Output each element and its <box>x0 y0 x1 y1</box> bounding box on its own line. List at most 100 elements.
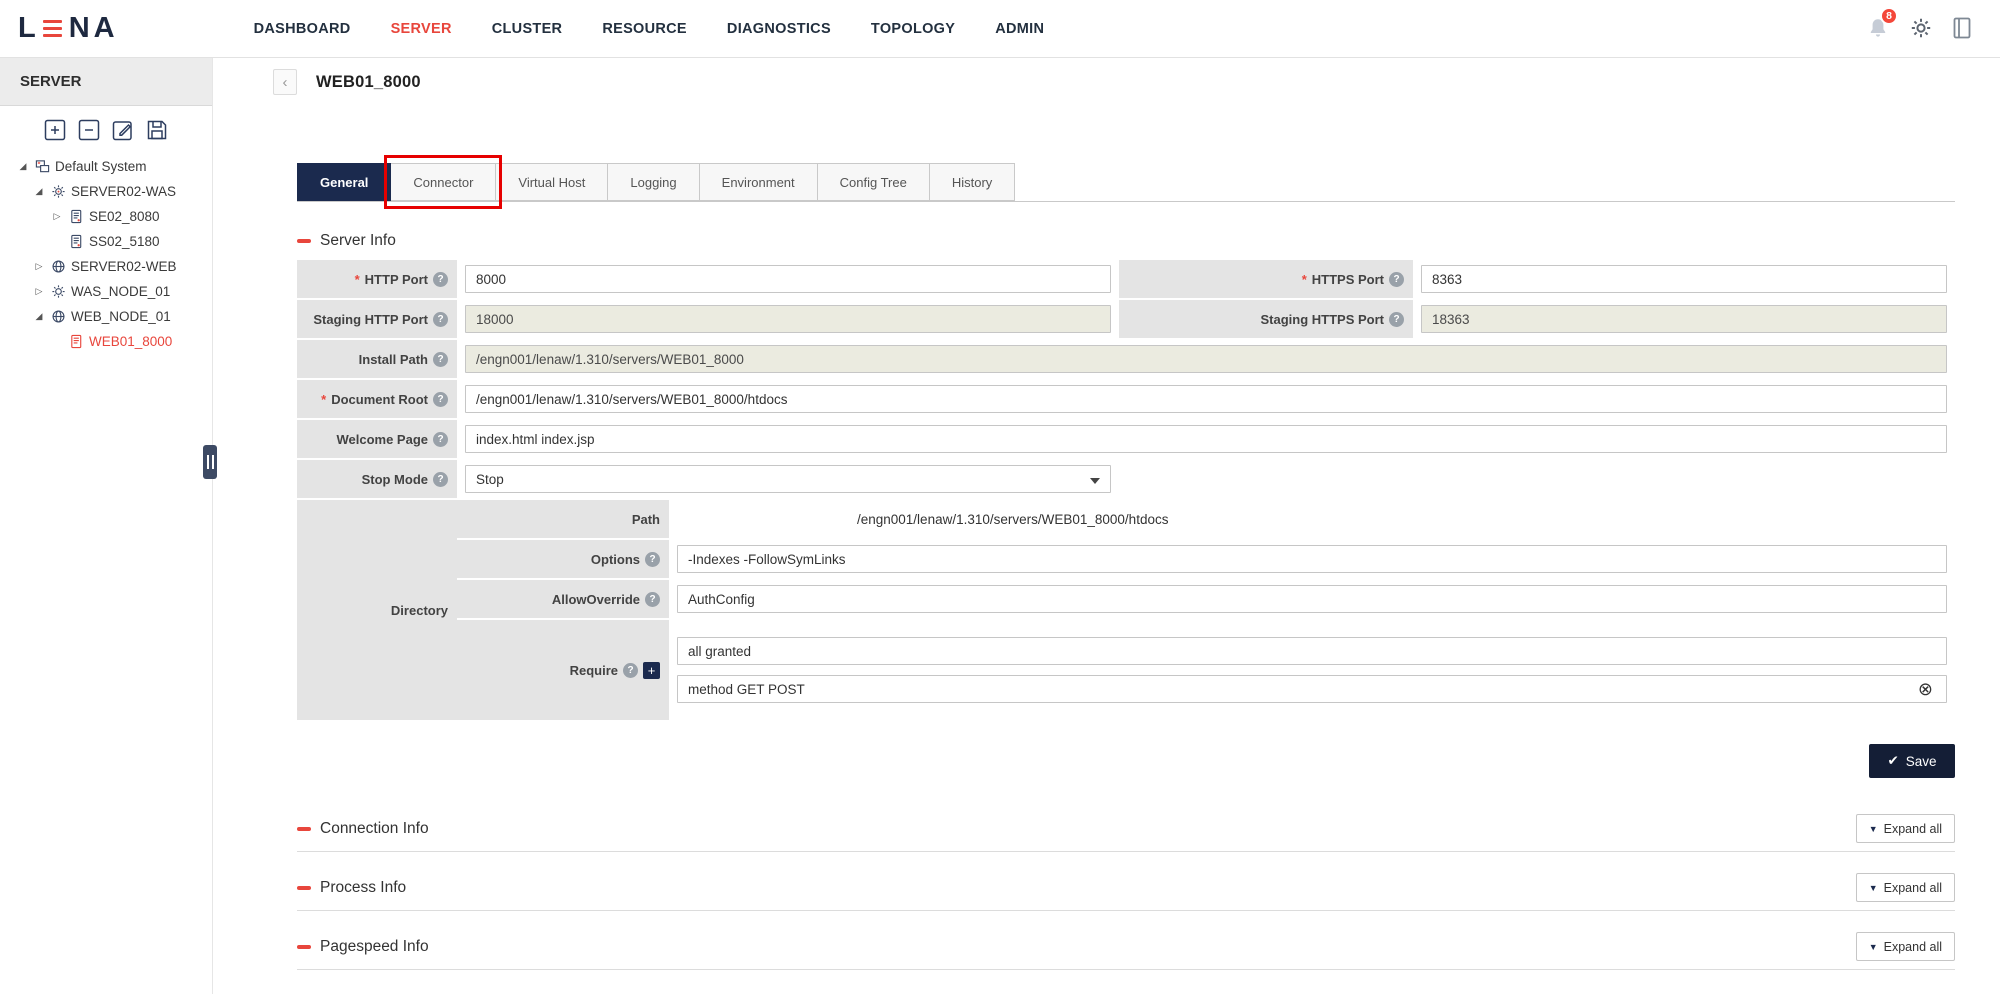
label-text: HTTPS Port <box>1312 272 1384 287</box>
tree-expanded-arrow-icon[interactable]: ◢ <box>16 161 30 172</box>
tree-collapsed-arrow-icon[interactable]: ▷ <box>32 261 46 272</box>
tree-node-server02-web[interactable]: ▷ SERVER02-WEB <box>16 254 212 279</box>
require-field: ⊗ <box>669 620 1955 720</box>
tree-add-button[interactable] <box>43 118 67 145</box>
tree-node-web-node-01[interactable]: ◢ WEB_NODE_01 <box>16 304 212 329</box>
document-root-input[interactable] <box>465 385 1947 413</box>
require-input-1[interactable] <box>677 637 1947 665</box>
help-icon[interactable]: ? <box>1389 312 1404 327</box>
remove-require-icon[interactable]: ⊗ <box>1918 680 1933 698</box>
tree-edit-button[interactable] <box>111 118 135 145</box>
staging-https-port-label: Staging HTTPS Port ? <box>1119 300 1413 338</box>
nav-resource[interactable]: RESOURCE <box>602 21 687 37</box>
nav-topology[interactable]: TOPOLOGY <box>871 21 955 37</box>
options-input[interactable] <box>677 545 1947 573</box>
notifications-button[interactable]: 8 <box>1866 16 1890 43</box>
required-asterisk: * <box>1302 272 1307 287</box>
expand-all-label: Expand all <box>1884 822 1942 836</box>
path-value: /engn001/lenaw/1.310/servers/WEB01_8000/… <box>669 500 1955 538</box>
tree-node-was-node-01[interactable]: ▷ WAS_NODE_01 <box>16 279 212 304</box>
tree-collapsed-arrow-icon[interactable]: ▷ <box>32 286 46 297</box>
edit-pencil-icon <box>111 118 135 145</box>
settings-button[interactable] <box>1910 17 1932 42</box>
minus-square-icon <box>77 118 101 145</box>
nav-admin[interactable]: ADMIN <box>995 21 1044 37</box>
label-text: Welcome Page <box>336 432 428 447</box>
https-port-input[interactable] <box>1421 265 1947 293</box>
sidebar-resize-handle[interactable] <box>203 445 217 479</box>
tree-expanded-arrow-icon[interactable]: ◢ <box>32 311 46 322</box>
stop-mode-select[interactable]: Stop <box>465 465 1111 493</box>
add-require-button[interactable]: + <box>643 662 660 679</box>
selected-option: Stop <box>476 472 504 487</box>
tree-node-web01-8000[interactable]: WEB01_8000 <box>16 329 212 354</box>
pagespeed-info-expand-all-button[interactable]: ▼ Expand all <box>1856 932 1955 961</box>
path-label: Path <box>457 500 669 538</box>
save-row: ✔ Save <box>297 744 1955 778</box>
top-bar: L N A DASHBOARD SERVER CLUSTER RESOURCE … <box>0 0 2000 58</box>
tab-connector[interactable]: Connector <box>390 163 496 201</box>
help-icon[interactable]: ? <box>433 392 448 407</box>
nav-diagnostics[interactable]: DIAGNOSTICS <box>727 21 831 37</box>
nav-cluster[interactable]: CLUSTER <box>492 21 563 37</box>
plus-square-icon <box>43 118 67 145</box>
tab-environment[interactable]: Environment <box>699 163 818 201</box>
help-icon[interactable]: ? <box>623 663 638 678</box>
help-icon[interactable]: ? <box>433 272 448 287</box>
save-button[interactable]: ✔ Save <box>1869 744 1955 778</box>
page-title: WEB01_8000 <box>316 73 421 92</box>
tab-bar: General Connector Virtual Host Logging E… <box>297 163 1955 202</box>
logo-letter-n: N <box>69 12 94 45</box>
process-info-expand-all-button[interactable]: ▼ Expand all <box>1856 873 1955 902</box>
allowoverride-input[interactable] <box>677 585 1947 613</box>
section-dash-icon <box>297 945 311 949</box>
section-dash-icon <box>297 827 311 831</box>
help-icon[interactable]: ? <box>433 312 448 327</box>
gear-icon <box>1910 17 1932 42</box>
tab-logging[interactable]: Logging <box>607 163 699 201</box>
require-label: Require ? + <box>457 620 669 720</box>
help-icon[interactable]: ? <box>645 592 660 607</box>
lena-logo[interactable]: L N A <box>18 12 119 45</box>
require-input-2[interactable] <box>677 675 1947 703</box>
help-icon[interactable]: ? <box>1389 272 1404 287</box>
collapse-sidebar-button[interactable]: ‹ <box>273 69 297 95</box>
tree-remove-button[interactable] <box>77 118 101 145</box>
stop-mode-field: Stop <box>457 460 1119 498</box>
help-icon[interactable]: ? <box>645 552 660 567</box>
tree-node-se02-8080[interactable]: ▷ SE02_8080 <box>16 204 212 229</box>
tree-collapsed-arrow-icon[interactable]: ▷ <box>50 211 64 222</box>
section-title: Pagespeed Info <box>320 938 429 956</box>
label-text: Require <box>570 663 618 678</box>
tab-config-tree[interactable]: Config Tree <box>817 163 930 201</box>
connection-info-expand-all-button[interactable]: ▼ Expand all <box>1856 814 1955 843</box>
tree-node-label: SS02_5180 <box>89 234 160 249</box>
tab-history[interactable]: History <box>929 163 1015 201</box>
tree-save-button[interactable] <box>145 118 169 145</box>
tree-node-label: WAS_NODE_01 <box>71 284 170 299</box>
label-text: Staging HTTPS Port <box>1261 312 1385 327</box>
form-row-welcome-page: Welcome Page ? <box>297 420 1955 458</box>
help-icon[interactable]: ? <box>433 472 448 487</box>
tree-node-label: Default System <box>55 159 147 174</box>
help-icon[interactable]: ? <box>433 352 448 367</box>
tab-general[interactable]: General <box>297 163 391 201</box>
nav-server[interactable]: SERVER <box>391 21 452 37</box>
http-port-input[interactable] <box>465 265 1111 293</box>
tab-virtual-host[interactable]: Virtual Host <box>495 163 608 201</box>
logo-letter-a: A <box>94 12 119 45</box>
welcome-page-input[interactable] <box>465 425 1947 453</box>
manual-button[interactable] <box>1952 17 1972 42</box>
directory-options-row: Options ? <box>457 540 1955 578</box>
form-row-ports: * HTTP Port ? * HTTPS Port ? <box>297 260 1955 298</box>
label-text: HTTP Port <box>365 272 428 287</box>
chevron-down-icon: ▼ <box>1869 883 1878 893</box>
tree-node-default-system[interactable]: ◢ Default System <box>16 154 212 179</box>
check-icon: ✔ <box>1887 753 1898 769</box>
help-icon[interactable]: ? <box>433 432 448 447</box>
nav-dashboard[interactable]: DASHBOARD <box>254 21 351 37</box>
server-doc-icon <box>69 209 84 224</box>
tree-node-ss02-5180[interactable]: SS02_5180 <box>16 229 212 254</box>
tree-node-server02-was[interactable]: ◢ SERVER02-WAS <box>16 179 212 204</box>
tree-expanded-arrow-icon[interactable]: ◢ <box>32 186 46 197</box>
